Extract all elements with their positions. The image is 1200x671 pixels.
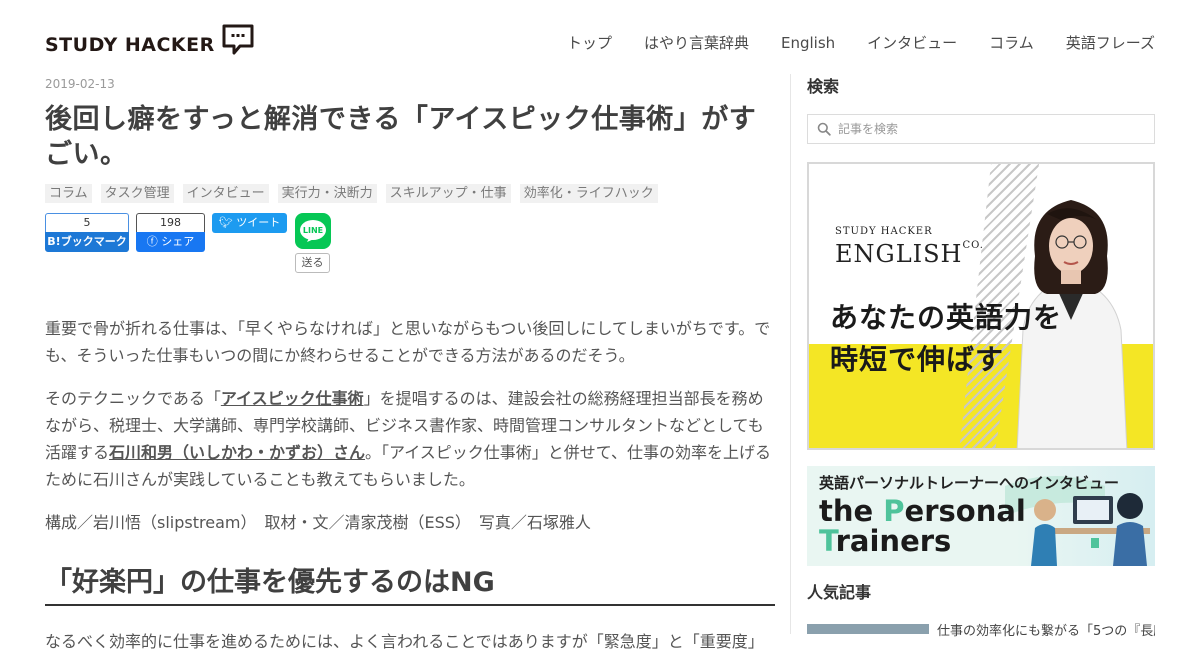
- banner-brand-co: CO.: [962, 240, 984, 251]
- banner-brand-english: ENGLISH: [835, 240, 963, 268]
- category-tags: コラム タスク管理 インタビュー 実行力・決断力 スキルアップ・仕事 効率化・ラ…: [45, 184, 775, 203]
- banner2-title-p: P: [883, 494, 905, 528]
- banner-headline-1: あなたの英語力を: [830, 301, 1063, 334]
- tweet-label: ツイート: [236, 216, 281, 229]
- line-bubble-icon: LINE: [300, 220, 326, 242]
- nav-item-top[interactable]: トップ: [567, 33, 612, 53]
- facebook-icon: ⓕ: [146, 235, 162, 248]
- paragraph-technique: そのテクニックである「アイスピック仕事術」を提唱するのは、建設会社の総務経理担当…: [45, 385, 775, 493]
- search-box: [807, 114, 1155, 144]
- icepick-method-link[interactable]: アイスピック仕事術: [221, 389, 364, 408]
- category-tag[interactable]: スキルアップ・仕事: [385, 184, 511, 203]
- nav-item-english-phrases[interactable]: 英語フレーズ: [1066, 33, 1155, 53]
- paragraph-text: そのテクニックである「: [45, 389, 221, 408]
- paragraph-intro: 重要で骨が折れる仕事は、「早くやらなければ」と思いながらもつい後回しにしてしまい…: [45, 319, 771, 365]
- share-buttons: 5 B!ブックマーク 198 ⓕ シェア 🐦︎ ツイート LINE 送る: [45, 213, 775, 273]
- global-nav: トップ はやり言葉辞典 English インタビュー コラム 英語フレーズ: [567, 33, 1155, 53]
- english-coaching-banner[interactable]: STUDY HACKER ENGLISHCO. あなたの英語力を 時短で伸ばす: [807, 162, 1155, 450]
- search-icon: [817, 122, 831, 136]
- hatena-count: 5: [45, 213, 129, 232]
- search-input[interactable]: [838, 122, 1138, 136]
- author-link[interactable]: 石川和男（いしかわ・かずお）さん: [109, 443, 365, 462]
- category-tag[interactable]: 実行力・決断力: [277, 184, 377, 203]
- banner2-title-ersonal: ersonal: [904, 494, 1026, 528]
- banner-brand-large: ENGLISHCO.: [835, 240, 984, 268]
- line-icon[interactable]: LINE: [295, 213, 331, 249]
- category-tag[interactable]: コラム: [45, 184, 92, 203]
- banner-brand-small: STUDY HACKER: [835, 226, 933, 237]
- line-share: LINE 送る: [295, 213, 331, 273]
- personal-trainers-banner[interactable]: 英語パーソナルトレーナーへのインタビュー the Personal Traine…: [807, 466, 1155, 566]
- facebook-label: ⓕ シェア: [136, 232, 205, 252]
- facebook-share-text: シェア: [161, 235, 195, 248]
- hatena-label: B!ブックマーク: [45, 232, 129, 252]
- category-tag[interactable]: インタビュー: [182, 184, 269, 203]
- banner-headline-2: 時短で伸ばす: [830, 343, 1005, 376]
- twitter-bird-icon: 🐦︎: [218, 216, 237, 229]
- banner2-title-t: T: [819, 524, 836, 558]
- line-send-button[interactable]: 送る: [295, 253, 330, 273]
- paragraph-next: なるべく効率的に仕事を進めるためには、よく言われることではありますが「緊急度」と…: [45, 632, 764, 651]
- line-logo-text: LINE: [303, 226, 323, 235]
- nav-item-buzzword-dictionary[interactable]: はやり言葉辞典: [644, 33, 749, 53]
- category-tag[interactable]: タスク管理: [100, 184, 174, 203]
- category-tag[interactable]: 効率化・ライフハック: [519, 184, 658, 203]
- nav-item-column[interactable]: コラム: [989, 33, 1034, 53]
- section-heading: 「好楽円」の仕事を優先するのはNG: [45, 564, 775, 606]
- banner2-title-line1: the Personal: [819, 494, 1026, 528]
- nav-item-interview[interactable]: インタビュー: [867, 33, 957, 53]
- banner2-title-rainers: rainers: [835, 524, 952, 558]
- credit-line: 構成／岩川悟（slipstream） 取材・文／清家茂樹（ESS） 写真／石塚雅…: [45, 513, 591, 532]
- article-body: 重要で骨が折れる仕事は、「早くやらなければ」と思いながらもつい後回しにしてしまい…: [45, 315, 775, 655]
- sidebar: 検索 STUDY HACKER ENGLISHCO. あなたの英語力を 時短で伸…: [807, 76, 1155, 604]
- banner2-title-the: the: [819, 494, 884, 528]
- article-title: 後回し癖をすっと解消できる「アイスピック仕事術」がすごい。: [45, 104, 757, 170]
- hatena-bookmark-button[interactable]: 5 B!ブックマーク: [45, 213, 129, 252]
- search-heading: 検索: [807, 77, 840, 96]
- article: 2019-02-13 後回し癖をすっと解消できる「アイスピック仕事術」がすごい。…: [45, 76, 775, 671]
- popular-thumbnail[interactable]: [807, 624, 929, 634]
- column-divider: [790, 74, 791, 634]
- banner2-title-line2: Trainers: [819, 524, 951, 558]
- logo-text: STUDY HACKER: [45, 34, 215, 56]
- popular-heading: 人気記事: [807, 583, 872, 602]
- article-date: 2019-02-13: [45, 77, 115, 91]
- banner2-caption: 英語パーソナルトレーナーへのインタビュー: [819, 474, 1120, 492]
- facebook-count: 198: [136, 213, 205, 232]
- nav-item-english[interactable]: English: [781, 33, 835, 53]
- facebook-share-button[interactable]: 198 ⓕ シェア: [136, 213, 205, 252]
- site-logo[interactable]: STUDY HACKER: [45, 24, 255, 56]
- tweet-button[interactable]: 🐦︎ ツイート: [212, 213, 287, 233]
- speech-bubble-icon: [222, 24, 254, 55]
